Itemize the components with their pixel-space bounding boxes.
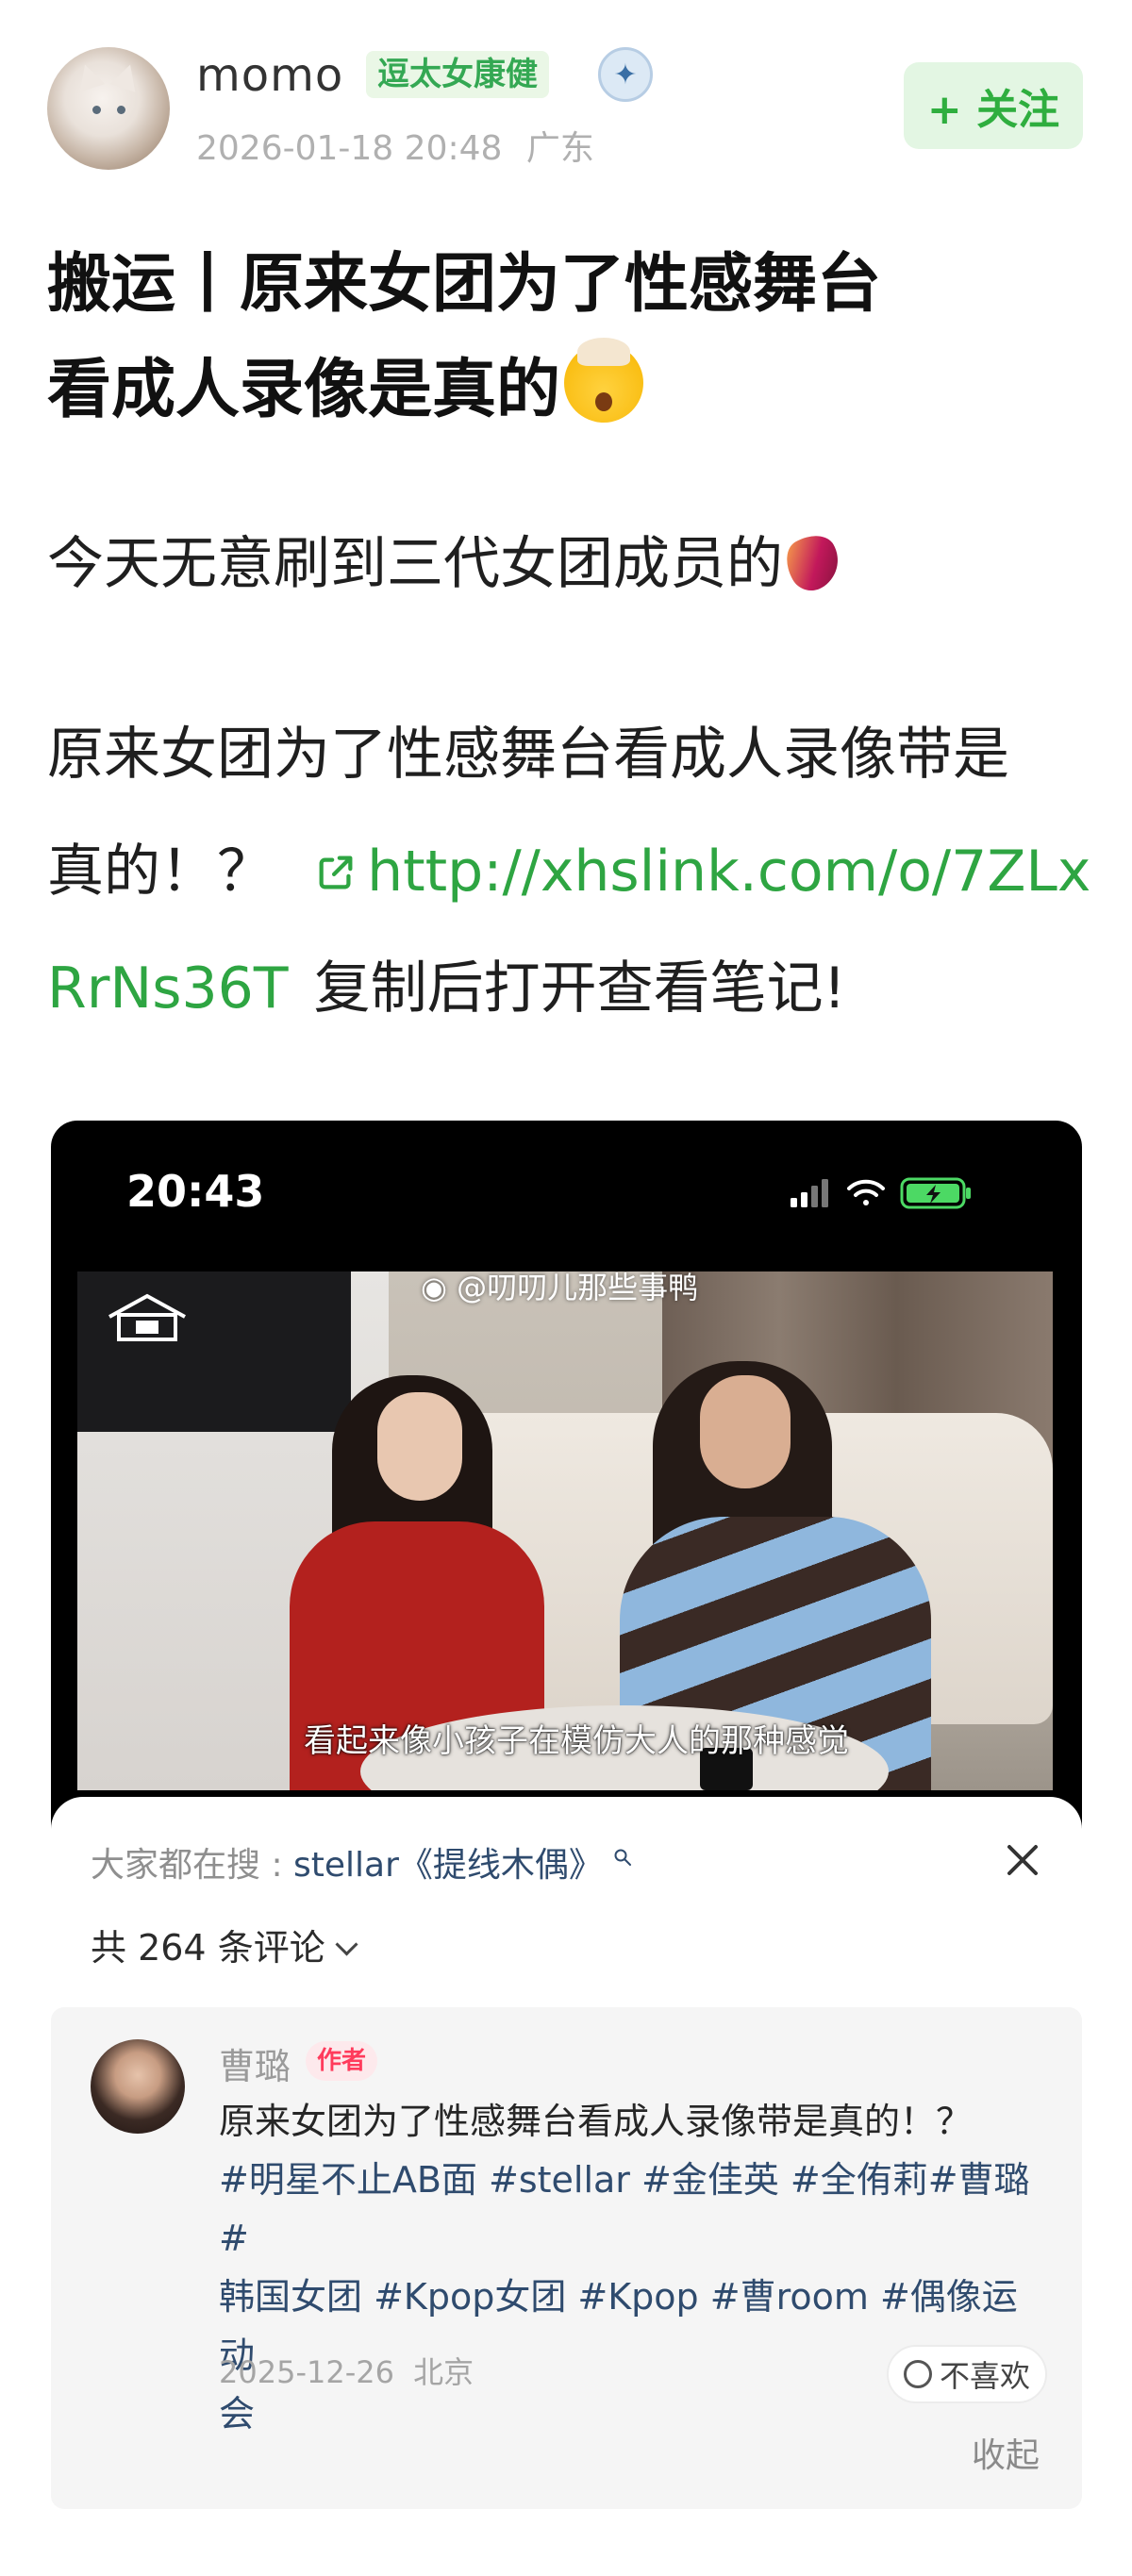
battery-icon <box>900 1177 971 1209</box>
video-watermark: ◉ @叨叨儿那些事鸭 <box>421 1264 698 1307</box>
search-prefix: 大家都在搜 : <box>91 1846 283 1885</box>
post-location: 广东 <box>525 129 594 168</box>
link-text-2[interactable]: RrNs36T <box>47 956 289 1022</box>
comment-date: 2025-12-26 <box>219 2354 394 2390</box>
user-avatar[interactable] <box>47 47 170 170</box>
para2-line3: RrNs36T 复制后打开查看笔记! <box>47 930 1104 1047</box>
follow-button[interactable]: + 关注 <box>904 62 1083 149</box>
post-title: 搬运丨原来女团为了性感舞台 看成人录像是真的 <box>47 232 1094 443</box>
exploding-head-emoji-icon <box>564 338 644 423</box>
para2-tail: 复制后打开查看笔记! <box>313 956 846 1022</box>
comment-count-sort[interactable]: 共 264 条评论 <box>91 1919 358 1970</box>
collapse-button[interactable]: 收起 <box>972 2428 1040 2477</box>
note-link[interactable]: http://xhslink.com/o/7ZLx <box>314 839 1090 905</box>
signal-icon <box>791 1179 828 1207</box>
video-frame[interactable] <box>77 1271 1053 1790</box>
frown-face-icon <box>903 2360 932 2388</box>
para2-line2: 真的！？ http://xhslink.com/o/7ZLx <box>47 813 1104 930</box>
sweet-potato-emoji-icon <box>776 525 850 599</box>
comment-line-1: 原来女团为了性感舞台看成人录像带是真的！？ <box>219 2101 973 2142</box>
close-icon[interactable] <box>1000 1837 1045 1883</box>
wifi-icon <box>847 1179 885 1205</box>
para1-text: 今天无意刷到三代女团成员的 <box>47 531 783 597</box>
comment-location: 北京 <box>413 2354 474 2390</box>
search-icon <box>614 1849 632 1866</box>
commenter-name[interactable]: 曹璐 <box>219 2037 291 2089</box>
status-bar-time: 20:43 <box>126 1166 265 1217</box>
status-bar-icons <box>791 1177 971 1209</box>
trending-search[interactable]: 大家都在搜 : stellar《提线木偶》 <box>91 1837 634 1886</box>
level-badge-icon: ✦ <box>598 47 653 102</box>
search-term[interactable]: stellar《提线木偶》 <box>293 1846 603 1885</box>
link-text-1[interactable]: http://xhslink.com/o/7ZLx <box>367 839 1090 905</box>
external-link-icon <box>319 856 353 889</box>
channel-house-logo-icon <box>108 1293 186 1341</box>
comment-hashtags-line-2[interactable]: #明星不止AB面 #stellar #金佳英 #全侑莉#曹璐 # <box>219 2151 1040 2268</box>
post-meta: 2026-01-18 20:48 广东 <box>196 121 594 170</box>
username[interactable]: momo <box>196 49 343 102</box>
author-badge: 作者 <box>306 2041 378 2081</box>
dislike-label: 不喜欢 <box>939 2358 1030 2394</box>
title-line-2: 看成人录像是真的 <box>47 338 1094 443</box>
watermark-text: @叨叨儿那些事鸭 <box>457 1270 699 1305</box>
title-line-1: 搬运丨原来女团为了性感舞台 <box>47 247 882 322</box>
post-timestamp: 2026-01-18 20:48 <box>196 129 503 168</box>
chevron-down-icon <box>335 1933 358 1956</box>
commenter-avatar[interactable] <box>91 2039 185 2134</box>
para2-line1: 原来女团为了性感舞台看成人录像带是 <box>47 722 1009 788</box>
comment-count: 共 264 条评论 <box>91 1927 325 1969</box>
para2-line2-text: 真的！？ <box>47 839 274 905</box>
video-subtitle: 看起来像小孩子在模仿大人的那种感觉 <box>304 1722 849 1760</box>
user-tag: 逗太女康健 <box>366 51 549 98</box>
comment-meta: 2025-12-26 北京 <box>219 2349 474 2392</box>
title-line-2-text: 看成人录像是真的 <box>47 353 561 427</box>
post-paragraph-1: 今天无意刷到三代女团成员的 <box>47 525 850 602</box>
dislike-button[interactable]: 不喜欢 <box>887 2345 1047 2403</box>
post-paragraph-2: 原来女团为了性感舞台看成人录像带是 真的！？ http://xhslink.co… <box>47 696 1104 1047</box>
weibo-icon: ◉ <box>421 1270 447 1305</box>
